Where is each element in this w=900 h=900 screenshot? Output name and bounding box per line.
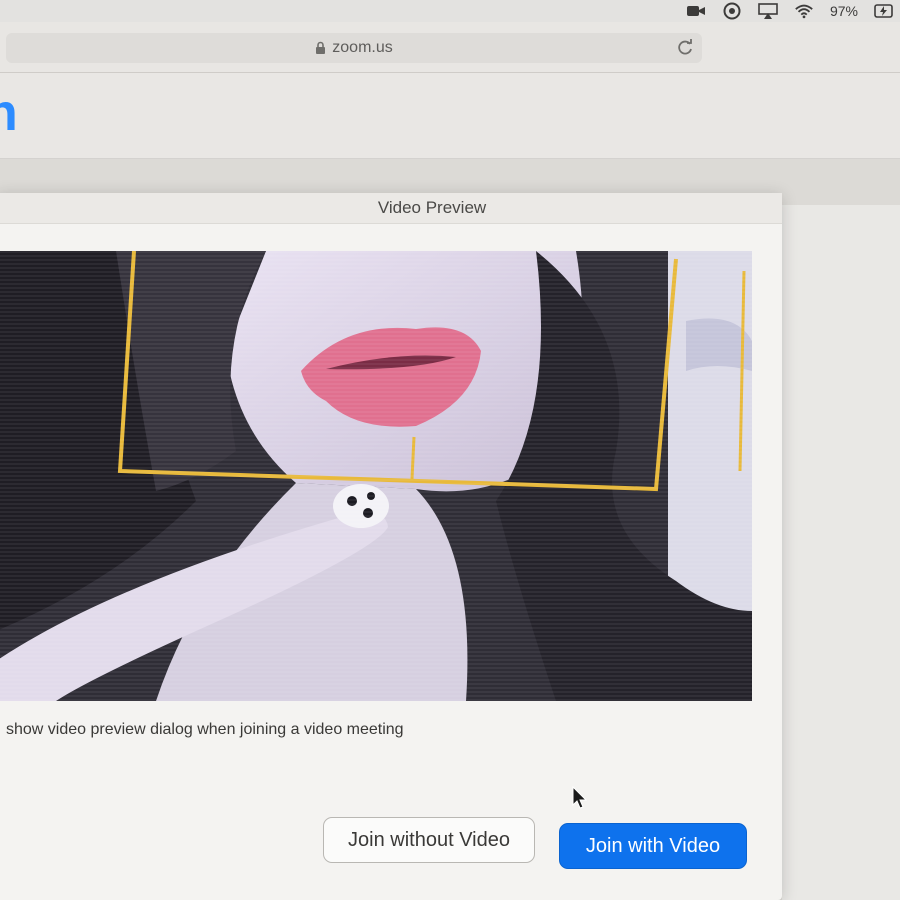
wifi-icon[interactable] (794, 3, 814, 19)
site-header: n (0, 73, 900, 159)
address-bar[interactable]: zoom.us (6, 33, 702, 63)
side-panel (782, 205, 900, 900)
join-with-video-button[interactable]: Join with Video (559, 823, 747, 869)
menu-bar: 97% (0, 0, 900, 23)
browser-toolbar: zoom.us (0, 22, 900, 73)
show-preview-label: show video preview dialog when joining a… (6, 721, 404, 738)
camera-feed-image (0, 251, 752, 701)
zoom-camera-icon[interactable] (686, 3, 706, 19)
lock-icon (315, 41, 326, 55)
reload-icon[interactable] (676, 39, 694, 62)
join-without-video-button[interactable]: Join without Video (323, 817, 535, 863)
url-text: zoom.us (332, 39, 393, 56)
status-icon[interactable] (722, 2, 742, 20)
dialog-title: Video Preview (0, 193, 782, 224)
video-preview-dialog: Video Preview show video preview dialog … (0, 193, 782, 900)
airplay-icon[interactable] (758, 3, 778, 19)
mouse-cursor-icon (572, 785, 588, 815)
battery-percent: 97% (829, 3, 858, 19)
status-area: 97% (686, 0, 894, 22)
preview-setting-row: show video preview dialog when joining a… (0, 721, 404, 739)
battery-icon[interactable] (874, 3, 894, 19)
video-preview (0, 251, 752, 701)
zoom-logo[interactable]: n (0, 87, 18, 139)
